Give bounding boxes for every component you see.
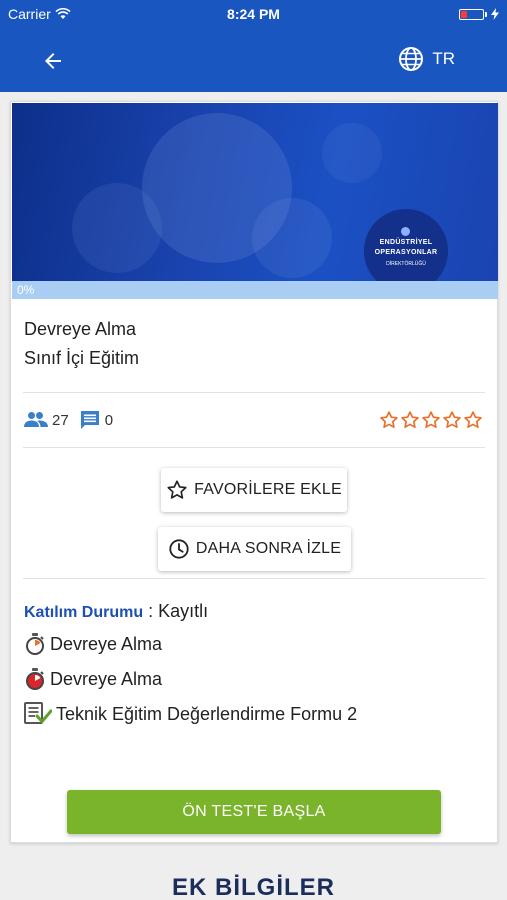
arrow-left-icon xyxy=(45,53,61,69)
content-item-label: Devreye Alma xyxy=(50,668,163,689)
charging-bolt-icon xyxy=(491,8,499,20)
course-stats: 27 0 xyxy=(24,409,123,431)
content-item-label: Devreye Alma xyxy=(50,633,163,654)
progress-bar: 0% xyxy=(12,281,498,299)
comment-count: 0 xyxy=(104,411,114,429)
rating-stars[interactable] xyxy=(379,410,483,430)
course-name: Devreye Alma xyxy=(24,319,137,339)
battery-icon xyxy=(459,8,484,20)
clock-icon xyxy=(169,539,189,559)
language-selector[interactable]: TR xyxy=(398,46,455,72)
language-code: TR xyxy=(432,49,455,68)
globe-icon xyxy=(399,47,424,71)
divider xyxy=(23,578,485,579)
stopwatch-icon xyxy=(26,633,44,655)
enrollment-status-value: Kayıtlı xyxy=(158,601,209,621)
star-outline-icon xyxy=(167,480,187,499)
app-bar: TR xyxy=(0,30,507,92)
star-outline-icon[interactable] xyxy=(421,410,441,430)
stopwatch-red-icon xyxy=(26,668,44,690)
enrollment-status: Katılım Durumu : Kayıtlı xyxy=(24,601,209,621)
form-check-icon xyxy=(24,702,52,724)
divider xyxy=(23,447,485,448)
content-item[interactable]: Devreye Alma xyxy=(24,632,162,656)
content-item[interactable]: Devreye Alma xyxy=(24,667,162,691)
watch-later-button[interactable]: DAHA SONRA İZLE xyxy=(158,527,351,571)
comment-icon xyxy=(80,411,99,429)
watch-later-label: DAHA SONRA İZLE xyxy=(195,540,342,557)
course-type: Sınıf İçi Eğitim xyxy=(24,348,140,368)
favorite-label: FAVORİLERE EKLE xyxy=(194,481,342,498)
course-banner-image: ENDÜSTRİYEL OPERASYONLAR DİREKTÖRLÜĞÜ xyxy=(12,103,498,281)
participant-count: 27 xyxy=(52,411,69,429)
star-outline-icon[interactable] xyxy=(379,410,399,430)
status-bar: Carrier 8:24 PM xyxy=(0,0,507,30)
start-pretest-button[interactable]: ÖN TEST'E BAŞLA xyxy=(67,790,441,834)
section-heading: EK BİLGİLER xyxy=(171,874,335,900)
enrollment-status-label: Katılım Durumu xyxy=(24,604,144,621)
add-to-favorites-button[interactable]: FAVORİLERE EKLE xyxy=(161,468,347,512)
star-outline-icon[interactable] xyxy=(400,410,420,430)
star-outline-icon[interactable] xyxy=(463,410,483,430)
course-card: ENDÜSTRİYEL OPERASYONLAR DİREKTÖRLÜĞÜ 0%… xyxy=(10,101,498,843)
progress-label: 0% xyxy=(17,283,35,297)
battery-indicator xyxy=(459,8,499,20)
back-button[interactable] xyxy=(36,44,70,78)
content-item-label: Teknik Eğitim Değerlendirme Formu 2 xyxy=(56,703,358,724)
comments-button[interactable] xyxy=(79,409,101,431)
organization-logo: ENDÜSTRİYEL OPERASYONLAR DİREKTÖRLÜĞÜ xyxy=(364,209,448,281)
content-item[interactable]: Teknik Eğitim Değerlendirme Formu 2 xyxy=(24,702,357,726)
star-outline-icon[interactable] xyxy=(442,410,462,430)
clock: 8:24 PM xyxy=(227,6,280,22)
people-icon xyxy=(24,412,48,427)
divider xyxy=(23,392,485,393)
course-title: Devreye Alma Sınıf İçi Eğitim xyxy=(24,315,139,373)
